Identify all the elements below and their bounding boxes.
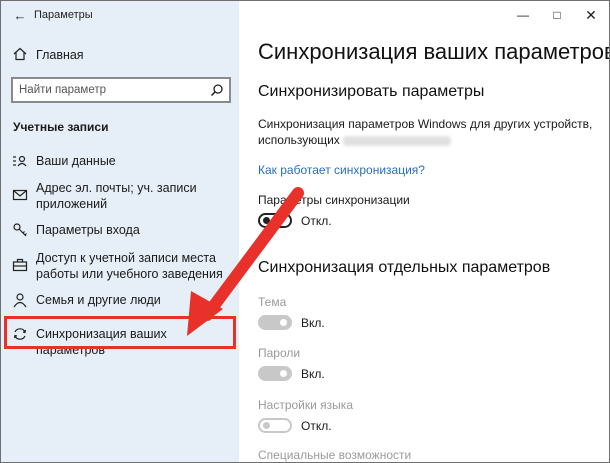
sidebar: ← Параметры Главная Найти параметр Учетн…: [1, 1, 239, 462]
person-card-icon: [13, 155, 27, 167]
sidebar-item-label: Параметры входа: [36, 223, 140, 237]
sidebar-item-label: Главная: [36, 48, 84, 62]
theme-state: Вкл.: [301, 316, 325, 330]
redacted-email: [342, 135, 451, 146]
minimize-icon[interactable]: —: [513, 5, 533, 25]
briefcase-icon: [12, 258, 28, 272]
section-title-sync: Синхронизировать параметры: [258, 83, 485, 100]
person-icon: [13, 293, 27, 308]
search-icon: [210, 84, 223, 97]
toggle-knob: [280, 319, 287, 326]
language-state: Откл.: [301, 419, 332, 433]
theme-toggle[interactable]: [258, 315, 292, 330]
search-input[interactable]: Найти параметр: [11, 77, 231, 103]
back-arrow-icon[interactable]: ←: [11, 7, 29, 25]
page-title: Синхронизация ваших параметров: [258, 39, 610, 64]
language-toggle[interactable]: [258, 418, 292, 433]
passwords-state: Вкл.: [301, 367, 325, 381]
settings-window: ← Параметры Главная Найти параметр Учетн…: [0, 0, 610, 463]
sidebar-item-label: Адрес эл. почты; уч. записи приложений: [36, 181, 197, 211]
sidebar-item-label: Доступ к учетной записи места работы или…: [36, 251, 223, 281]
description-text: использующих: [258, 133, 340, 147]
toggle-knob: [263, 217, 270, 224]
sidebar-item-sign-in-options[interactable]: Параметры входа: [1, 221, 239, 241]
sidebar-item-email-accounts[interactable]: Адрес эл. почты; уч. записи приложений: [1, 179, 239, 213]
passwords-label: Пароли: [258, 346, 301, 360]
sidebar-item-your-info[interactable]: Ваши данные: [1, 151, 239, 171]
main-content: — □ ✕ Синхронизация ваших параметров Син…: [239, 1, 609, 462]
home-icon: [13, 47, 27, 61]
sync-settings-toggle[interactable]: [258, 213, 292, 228]
toggle-knob: [280, 370, 287, 377]
titlebar: ← Параметры: [1, 1, 239, 31]
toggle-knob: [263, 422, 270, 429]
app-title: Параметры: [34, 9, 93, 21]
sync-settings-label: Параметры синхронизации: [258, 193, 410, 207]
passwords-toggle[interactable]: [258, 366, 292, 381]
sidebar-item-label: Ваши данные: [36, 154, 116, 168]
sync-settings-state: Откл.: [301, 214, 332, 228]
sidebar-item-family[interactable]: Семья и другие люди: [1, 291, 239, 311]
sidebar-item-label: Семья и другие люди: [36, 293, 161, 307]
description-line-1: Синхронизация параметров Windows для дру…: [258, 117, 593, 131]
sidebar-item-home[interactable]: Главная: [1, 41, 239, 69]
group-title: Учетные записи: [13, 120, 109, 134]
maximize-icon[interactable]: □: [547, 5, 567, 25]
mail-icon: [12, 189, 28, 201]
key-icon: [13, 223, 27, 237]
close-icon[interactable]: ✕: [581, 5, 601, 25]
language-label: Настройки языка: [258, 398, 353, 412]
selection-highlight-annotation: [4, 316, 236, 349]
accessibility-label: Специальные возможности: [258, 448, 412, 462]
section-title-individual: Синхронизация отдельных параметров: [258, 259, 551, 276]
search-placeholder: Найти параметр: [19, 84, 107, 96]
sidebar-item-work-access[interactable]: Доступ к учетной записи места работы или…: [1, 249, 239, 283]
how-sync-works-link[interactable]: Как работает синхронизация?: [258, 163, 425, 177]
theme-label: Тема: [258, 295, 287, 309]
description-line-2: использующих: [258, 132, 451, 148]
